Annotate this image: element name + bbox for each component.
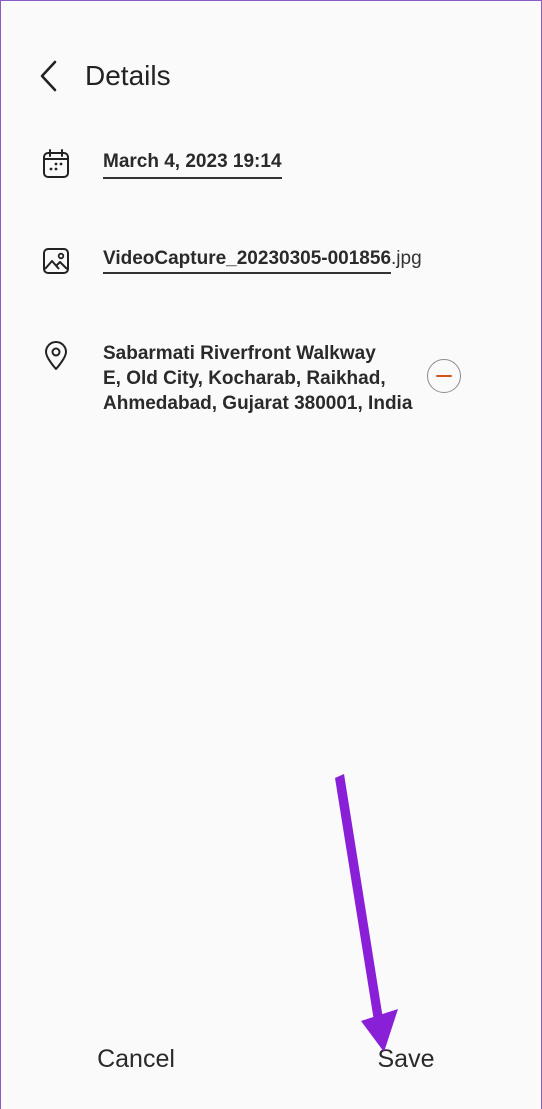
- minus-circle-icon: [436, 374, 452, 378]
- calendar-icon: [41, 149, 71, 179]
- location-value: Sabarmati Riverfront Walkway E, Old City…: [103, 343, 413, 414]
- date-row: March 4, 2023 19:14: [41, 149, 511, 179]
- file-extension: .jpg: [391, 248, 422, 269]
- file-base-name: VideoCapture_20230305-001856: [103, 248, 392, 274]
- location-pin-icon: [41, 341, 71, 371]
- page-title: Details: [85, 60, 171, 91]
- header: Details: [37, 51, 521, 101]
- image-icon: [41, 246, 71, 276]
- back-button[interactable]: [37, 56, 69, 96]
- date-value: March 4, 2023 19:14: [103, 149, 282, 179]
- save-button[interactable]: Save: [271, 1029, 541, 1089]
- chevron-left-icon: [40, 60, 57, 92]
- footer-actions: Cancel Save: [1, 1029, 541, 1089]
- details-screen: Details March 4, 2023 19:14 VideoCapture…: [0, 0, 542, 1109]
- remove-location-button[interactable]: [427, 359, 461, 393]
- location-row: Sabarmati Riverfront Walkway E, Old City…: [41, 341, 511, 416]
- file-name-field[interactable]: VideoCapture_20230305-001856.jpg: [103, 246, 422, 274]
- cancel-button[interactable]: Cancel: [1, 1029, 271, 1089]
- file-row: VideoCapture_20230305-001856.jpg: [41, 246, 511, 276]
- date-field[interactable]: March 4, 2023 19:14: [103, 149, 282, 179]
